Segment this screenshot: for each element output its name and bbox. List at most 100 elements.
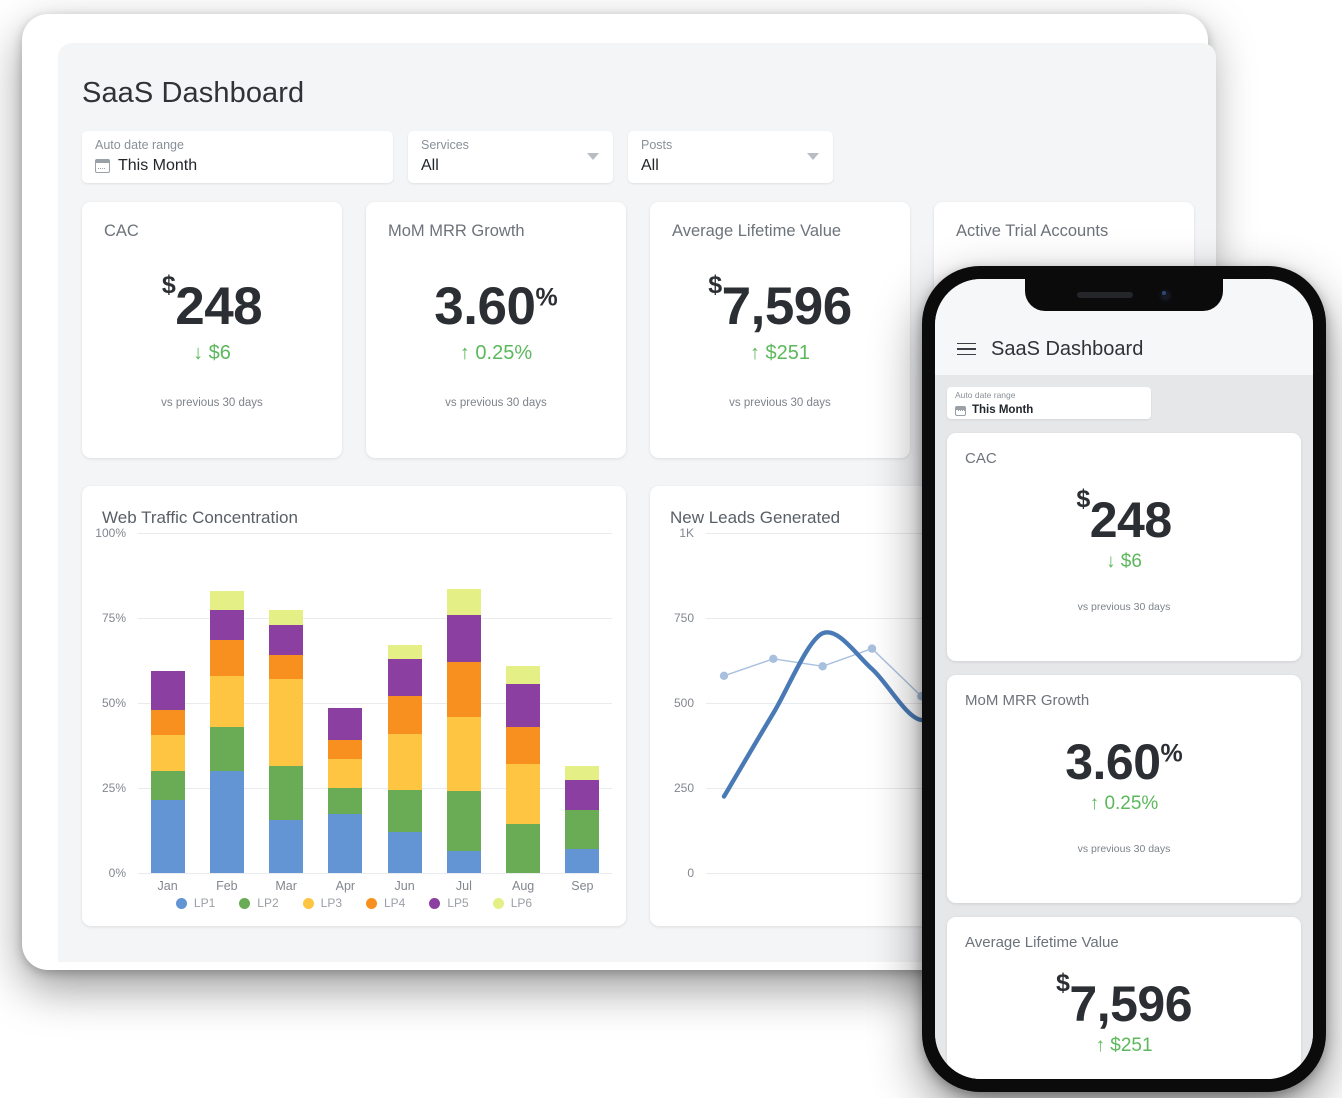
bar-segment-lp3[interactable] bbox=[209, 675, 244, 727]
bar-chart-y-axis: 0% 25% 50% 75% 100% bbox=[82, 526, 130, 880]
bar-segment-lp1[interactable] bbox=[269, 820, 304, 873]
bar-segment-lp4[interactable] bbox=[209, 640, 244, 676]
legend-item-lp6[interactable]: LP6 bbox=[492, 896, 533, 910]
bar-segment-lp4[interactable] bbox=[506, 726, 541, 765]
kpi-value: 3.60% bbox=[947, 737, 1301, 787]
legend-color-swatch bbox=[239, 897, 251, 909]
bar-column[interactable] bbox=[565, 765, 600, 873]
bar-segment-lp5[interactable] bbox=[209, 609, 244, 641]
legend-item-lp3[interactable]: LP3 bbox=[302, 896, 342, 910]
bar-segment-lp4[interactable] bbox=[446, 662, 481, 717]
kpi-card-cac[interactable]: CAC $248 ↓ $6 vs previous 30 days bbox=[82, 202, 342, 458]
bar-segment-lp5[interactable] bbox=[269, 624, 304, 656]
front-camera-icon bbox=[1158, 288, 1172, 302]
bar-column[interactable] bbox=[269, 609, 304, 873]
data-point-marker[interactable] bbox=[818, 662, 827, 671]
hamburger-menu-icon[interactable] bbox=[957, 342, 976, 356]
legend-item-lp1[interactable]: LP1 bbox=[175, 896, 216, 910]
bar-segment-lp1[interactable] bbox=[209, 771, 244, 873]
bar-column[interactable] bbox=[209, 590, 244, 873]
filter-posts[interactable]: Posts All bbox=[628, 131, 833, 183]
y-axis-tick-label: 75% bbox=[101, 611, 126, 625]
gridline bbox=[138, 873, 612, 874]
chevron-down-icon[interactable] bbox=[587, 153, 599, 160]
kpi-suffix: % bbox=[1160, 739, 1183, 768]
legend-label: LP6 bbox=[510, 896, 533, 910]
phone-kpi-card-mom-mrr-growth[interactable]: MoM MRR Growth 3.60% ↑ 0.25% vs previous… bbox=[947, 675, 1301, 903]
y-axis-tick-label: 1K bbox=[679, 526, 694, 540]
legend-label: LP1 bbox=[193, 896, 216, 910]
bar-segment-lp5[interactable] bbox=[328, 708, 363, 741]
bar-segment-lp5[interactable] bbox=[150, 670, 185, 710]
legend-label: LP4 bbox=[384, 896, 406, 910]
bar-segment-lp6[interactable] bbox=[387, 645, 422, 659]
bar-segment-lp1[interactable] bbox=[150, 799, 185, 873]
kpi-number: 3.60 bbox=[1065, 734, 1161, 790]
bar-segment-lp1[interactable] bbox=[387, 832, 422, 873]
bar-segment-lp3[interactable] bbox=[387, 733, 422, 790]
filter-auto-date-range[interactable]: Auto date range This Month bbox=[82, 131, 393, 183]
data-point-marker[interactable] bbox=[867, 644, 877, 653]
kpi-card-average-lifetime-value[interactable]: Average Lifetime Value $7,596 ↑ $251 vs … bbox=[650, 202, 910, 458]
phone-filter-auto-date-range[interactable]: Auto date range This Month bbox=[947, 387, 1151, 419]
filter-value: All bbox=[641, 157, 659, 174]
data-point-marker[interactable] bbox=[769, 654, 778, 663]
kpi-footer: vs previous 30 days bbox=[161, 397, 263, 409]
bar-segment-lp4[interactable] bbox=[269, 655, 304, 680]
bar-column[interactable] bbox=[446, 589, 481, 873]
bar-segment-lp2[interactable] bbox=[150, 771, 185, 800]
bar-segment-lp4[interactable] bbox=[328, 740, 363, 760]
legend-item-lp2[interactable]: LP2 bbox=[239, 896, 279, 910]
legend-label: LP2 bbox=[257, 896, 279, 910]
bar-segment-lp5[interactable] bbox=[506, 684, 541, 727]
bar-segment-lp6[interactable] bbox=[506, 665, 541, 685]
bar-segment-lp1[interactable] bbox=[565, 849, 600, 873]
legend-item-lp5[interactable]: LP5 bbox=[429, 896, 469, 910]
kpi-value: $7,596 bbox=[947, 971, 1301, 1029]
bar-segment-lp2[interactable] bbox=[209, 726, 244, 771]
bar-segment-lp2[interactable] bbox=[269, 765, 304, 821]
bar-segment-lp5[interactable] bbox=[387, 658, 422, 697]
kpi-delta: ↓ $6 bbox=[1106, 551, 1142, 572]
legend-color-swatch bbox=[366, 897, 377, 909]
bar-segment-lp2[interactable] bbox=[387, 789, 422, 833]
bar-segment-lp4[interactable] bbox=[150, 709, 185, 736]
speaker-grille-icon bbox=[1076, 292, 1133, 298]
bar-column[interactable] bbox=[387, 645, 422, 873]
bar-segment-lp3[interactable] bbox=[328, 759, 363, 788]
bar-column[interactable] bbox=[506, 665, 541, 873]
data-point-marker[interactable] bbox=[719, 671, 729, 680]
bar-segment-lp6[interactable] bbox=[565, 765, 600, 780]
kpi-delta: ↑ $251 bbox=[1095, 1035, 1153, 1056]
chevron-down-icon[interactable] bbox=[807, 153, 819, 160]
kpi-card-mom-mrr-growth[interactable]: MoM MRR Growth 3.60% ↑ 0.25% vs previous… bbox=[366, 202, 626, 458]
bar-segment-lp4[interactable] bbox=[387, 696, 422, 734]
bar-segment-lp2[interactable] bbox=[565, 810, 600, 850]
bar-segment-lp6[interactable] bbox=[269, 609, 304, 625]
bar-segment-lp2[interactable] bbox=[446, 791, 481, 851]
bar-segment-lp2[interactable] bbox=[328, 788, 363, 814]
legend-color-swatch bbox=[429, 897, 441, 909]
y-axis-tick-label: 100% bbox=[95, 526, 126, 540]
legend-item-lp4[interactable]: LP4 bbox=[366, 896, 405, 910]
filter-label: Posts bbox=[641, 138, 673, 152]
y-axis-tick-label: 750 bbox=[673, 611, 694, 625]
bar-segment-lp3[interactable] bbox=[150, 735, 185, 772]
bar-segment-lp3[interactable] bbox=[269, 679, 304, 766]
filter-services[interactable]: Services All bbox=[408, 131, 613, 183]
bar-column[interactable] bbox=[150, 670, 185, 873]
bar-segment-lp5[interactable] bbox=[565, 779, 600, 811]
bar-segment-lp2[interactable] bbox=[506, 823, 541, 873]
bar-segment-lp3[interactable] bbox=[506, 764, 541, 824]
y-axis-tick-label: 500 bbox=[673, 696, 694, 710]
bar-segment-lp6[interactable] bbox=[209, 590, 244, 610]
bar-segment-lp3[interactable] bbox=[446, 716, 481, 792]
bar-column[interactable] bbox=[328, 708, 363, 873]
phone-kpi-card-cac[interactable]: CAC $248 ↓ $6 vs previous 30 days bbox=[947, 433, 1301, 661]
bar-segment-lp6[interactable] bbox=[446, 589, 481, 615]
bar-segment-lp1[interactable] bbox=[446, 850, 481, 873]
bar-segment-lp1[interactable] bbox=[328, 813, 363, 873]
bar-segment-lp5[interactable] bbox=[446, 614, 481, 663]
phone-kpi-card-average-lifetime-value[interactable]: Average Lifetime Value $7,596 ↑ $251 bbox=[947, 917, 1301, 1079]
y-axis-tick-label: 250 bbox=[673, 781, 694, 795]
